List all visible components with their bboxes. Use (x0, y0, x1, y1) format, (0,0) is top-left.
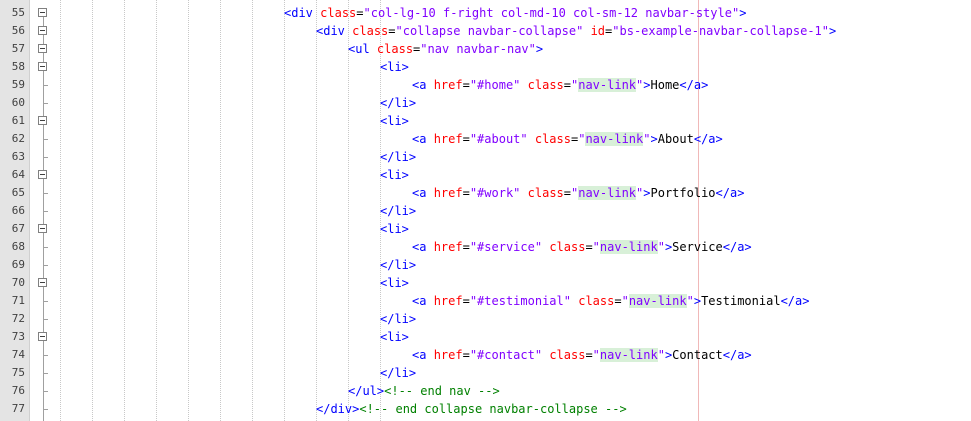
fold-tick-mark (43, 301, 48, 302)
fold-tick-mark (43, 391, 48, 392)
code-line[interactable]: 62 <a href="#about" class="nav-link">Abou… (0, 130, 971, 148)
line-number: 66 (11, 204, 25, 217)
fold-minus-icon[interactable] (38, 116, 47, 125)
line-number: 61 (11, 114, 25, 127)
line-number: 58 (11, 60, 25, 73)
fold-tick-mark (43, 373, 48, 374)
code-text[interactable]: </li> (380, 364, 416, 382)
fold-minus-icon[interactable] (38, 332, 47, 341)
line-number: 64 (11, 168, 25, 181)
code-line[interactable]: 73 <li> (0, 328, 971, 346)
code-text[interactable]: <a href="#about" class="nav-link">About<… (412, 130, 723, 148)
fold-minus-icon[interactable] (38, 44, 47, 53)
code-line[interactable]: 60 </li> (0, 94, 971, 112)
line-number: 63 (11, 150, 25, 163)
code-text[interactable]: </li> (380, 94, 416, 112)
fold-tick-mark (43, 265, 48, 266)
line-number: 60 (11, 96, 25, 109)
fold-tick-mark (43, 157, 48, 158)
code-text[interactable]: <div class="col-lg-10 f-right col-md-10 … (284, 4, 746, 22)
line-number: 73 (11, 330, 25, 343)
code-text[interactable]: </li> (380, 310, 416, 328)
code-line[interactable]: 57 <ul class="nav navbar-nav"> (0, 40, 971, 58)
code-line[interactable]: 63 </li> (0, 148, 971, 166)
code-editor[interactable]: 55 <div class="col-lg-10 f-right col-md-1… (0, 0, 971, 421)
line-number: 69 (11, 258, 25, 271)
code-line[interactable]: 69 </li> (0, 256, 971, 274)
line-number: 67 (11, 222, 25, 235)
code-line[interactable]: 70 <li> (0, 274, 971, 292)
fold-tick-mark (43, 247, 48, 248)
line-number: 55 (11, 6, 25, 19)
code-text[interactable]: <li> (380, 58, 409, 76)
code-line[interactable]: 77 </div><!-- end collapse navbar-collaps… (0, 400, 971, 418)
code-text[interactable]: <a href="#work" class="nav-link">Portfol… (412, 184, 744, 202)
code-text[interactable]: <li> (380, 274, 409, 292)
code-text[interactable]: <li> (380, 112, 409, 130)
code-line[interactable]: 64 <li> (0, 166, 971, 184)
code-line[interactable]: 58 <li> (0, 58, 971, 76)
line-number: 72 (11, 312, 25, 325)
line-number: 76 (11, 384, 25, 397)
code-line[interactable]: 75 </li> (0, 364, 971, 382)
line-number: 57 (11, 42, 25, 55)
code-text[interactable]: <a href="#testimonial" class="nav-link">… (412, 292, 809, 310)
code-text[interactable]: </div><!-- end collapse navbar-collapse … (316, 400, 627, 418)
code-text[interactable]: </ul><!-- end nav --> (348, 382, 500, 400)
line-number: 74 (11, 348, 25, 361)
code-line[interactable]: 67 <li> (0, 220, 971, 238)
code-line[interactable]: 68 <a href="#service" class="nav-link">Se… (0, 238, 971, 256)
code-line[interactable]: 55 <div class="col-lg-10 f-right col-md-1… (0, 4, 971, 22)
fold-tick-mark (43, 85, 48, 86)
code-text[interactable]: <ul class="nav navbar-nav"> (348, 40, 543, 58)
code-line[interactable]: 56 <div class="collapse navbar-collapse" … (0, 22, 971, 40)
fold-tick-mark (43, 355, 48, 356)
fold-tick-mark (43, 193, 48, 194)
fold-minus-icon[interactable] (38, 170, 47, 179)
code-line[interactable]: 71 <a href="#testimonial" class="nav-link… (0, 292, 971, 310)
fold-minus-icon[interactable] (38, 278, 47, 287)
line-number: 68 (11, 240, 25, 253)
fold-minus-icon[interactable] (38, 62, 47, 71)
code-line[interactable]: 72 </li> (0, 310, 971, 328)
code-line[interactable]: 65 <a href="#work" class="nav-link">Portf… (0, 184, 971, 202)
line-number: 65 (11, 186, 25, 199)
code-line[interactable]: 74 <a href="#contact" class="nav-link">Co… (0, 346, 971, 364)
line-number: 71 (11, 294, 25, 307)
code-text[interactable]: </li> (380, 202, 416, 220)
code-line[interactable]: 76 </ul><!-- end nav --> (0, 382, 971, 400)
code-text[interactable]: </li> (380, 148, 416, 166)
fold-tick-mark (43, 139, 48, 140)
code-text[interactable]: </li> (380, 256, 416, 274)
fold-tick-mark (43, 319, 48, 320)
fold-minus-icon[interactable] (38, 8, 47, 17)
line-number: 70 (11, 276, 25, 289)
code-text[interactable]: <a href="#home" class="nav-link">Home</a… (412, 76, 708, 94)
line-number: 77 (11, 402, 25, 415)
fold-minus-icon[interactable] (38, 26, 47, 35)
line-number: 59 (11, 78, 25, 91)
line-number: 56 (11, 24, 25, 37)
code-line[interactable]: 61 <li> (0, 112, 971, 130)
code-text[interactable]: <div class="collapse navbar-collapse" id… (316, 22, 836, 40)
code-text[interactable]: <a href="#service" class="nav-link">Serv… (412, 238, 752, 256)
line-number: 75 (11, 366, 25, 379)
fold-tick-mark (43, 211, 48, 212)
line-number: 62 (11, 132, 25, 145)
code-line[interactable]: 66 </li> (0, 202, 971, 220)
fold-tick-mark (43, 409, 48, 410)
code-text[interactable]: <a href="#contact" class="nav-link">Cont… (412, 346, 752, 364)
code-text[interactable]: <li> (380, 220, 409, 238)
code-text[interactable]: <li> (380, 328, 409, 346)
fold-tick-mark (43, 103, 48, 104)
code-line[interactable]: 59 <a href="#home" class="nav-link">Home<… (0, 76, 971, 94)
code-text[interactable]: <li> (380, 166, 409, 184)
fold-minus-icon[interactable] (38, 224, 47, 233)
